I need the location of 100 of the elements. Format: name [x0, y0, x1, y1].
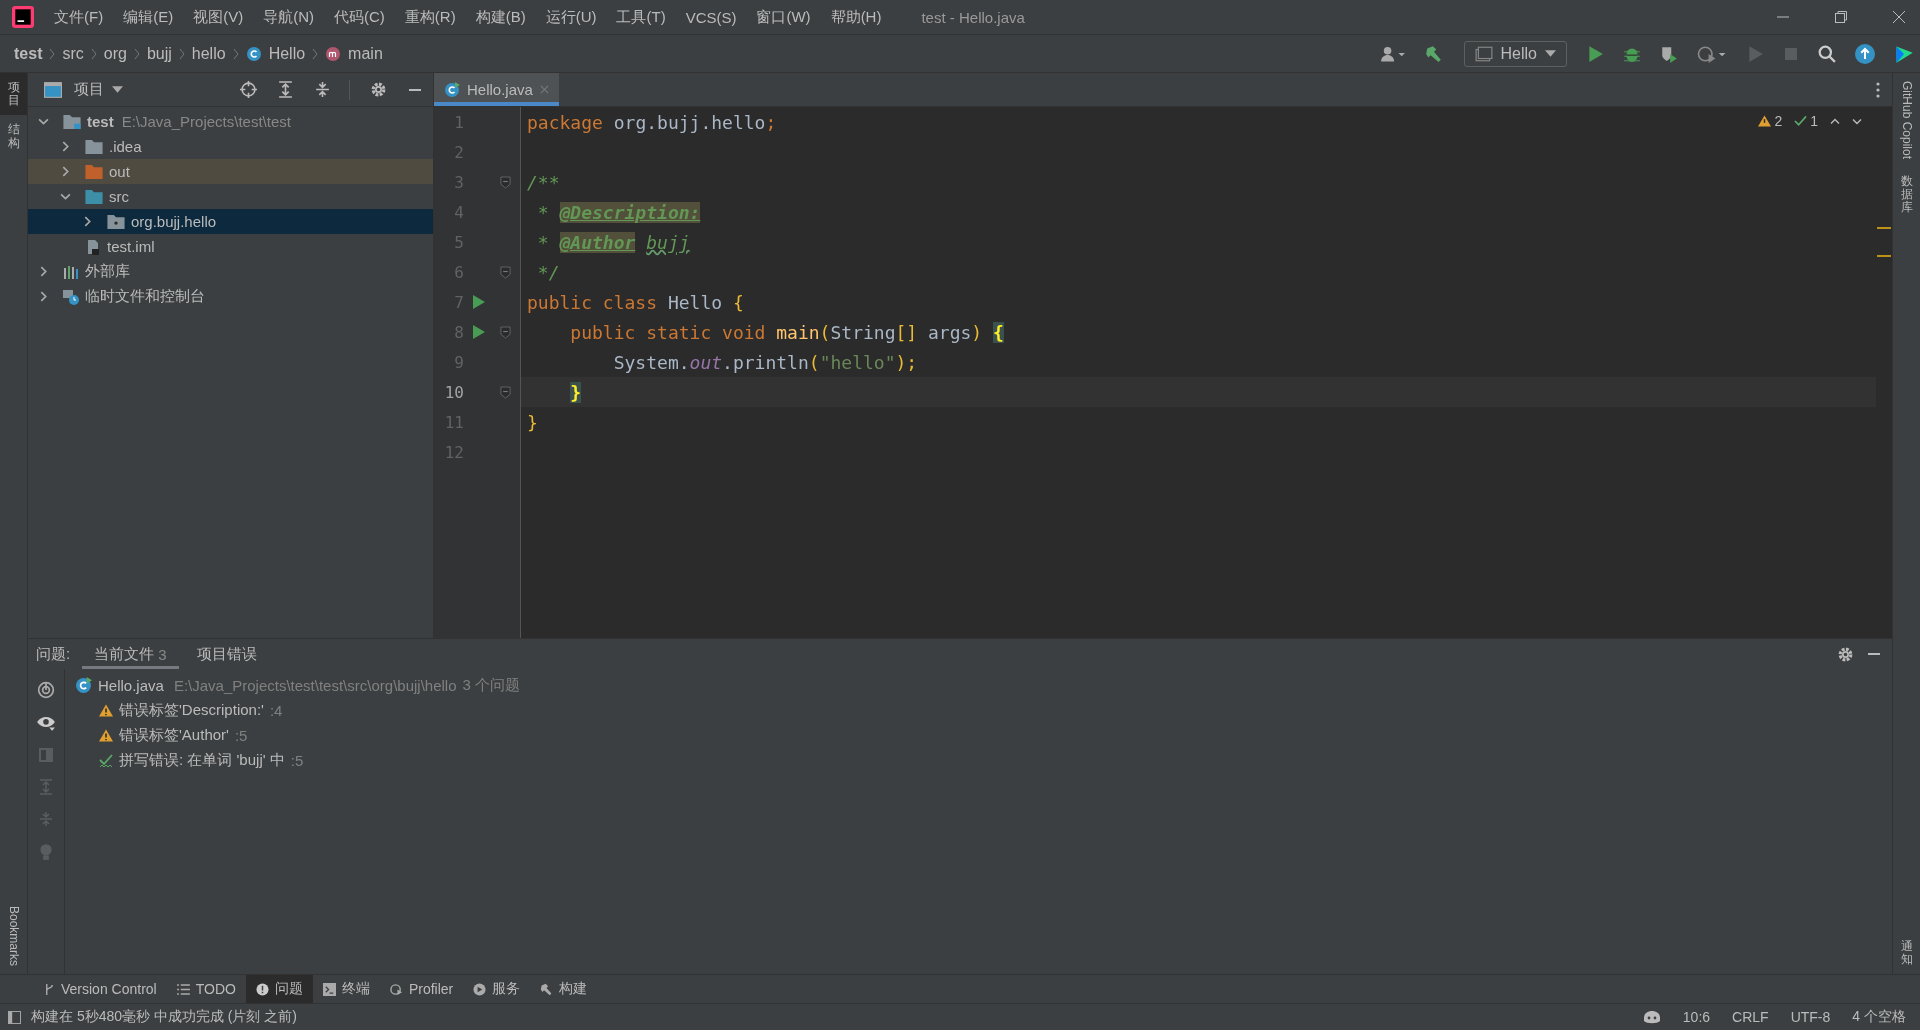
tool-window-tab[interactable]: 服务 [463, 975, 531, 1003]
chevron-right-icon [90, 46, 97, 61]
eye-icon[interactable] [36, 715, 56, 731]
line-ending[interactable]: CRLF [1732, 1009, 1769, 1025]
menu-item[interactable]: 重构(R) [404, 7, 456, 27]
user-icon[interactable] [1379, 44, 1406, 63]
problems-tab[interactable]: 项目错误 [184, 639, 269, 669]
problems-tab[interactable]: 当前文件 3 [82, 639, 179, 669]
warning-icon [99, 704, 113, 717]
fold-icon[interactable] [499, 265, 511, 279]
panel-toggle-icon[interactable] [8, 1010, 21, 1024]
menu-item[interactable]: 文件(F) [54, 7, 104, 27]
menu-item[interactable]: VCS(S) [685, 8, 737, 26]
settings-icon[interactable] [370, 81, 387, 98]
tool-window-tab[interactable]: TODO [166, 975, 246, 1003]
breadcrumb-item[interactable]: bujj [146, 44, 172, 63]
chevron-right-icon[interactable] [82, 216, 93, 227]
chevron-right-icon[interactable] [60, 141, 71, 152]
tree-item[interactable]: .idea [28, 134, 433, 159]
scratch-icon [63, 288, 79, 305]
tool-window-button[interactable]: Bookmarks [0, 897, 27, 974]
menu-item[interactable]: 编辑(E) [123, 7, 174, 27]
tree-item[interactable]: out [28, 159, 433, 184]
chevron-down-icon[interactable] [38, 116, 49, 127]
menu-item[interactable]: 工具(T) [616, 7, 666, 27]
chevron-right-icon [49, 46, 56, 61]
tree-item[interactable]: test E:\Java_Projects\test\test [28, 109, 433, 134]
restore-icon[interactable] [1834, 10, 1848, 24]
chevron-down-icon[interactable] [1852, 117, 1862, 125]
run-gutter-icon[interactable] [473, 325, 485, 339]
copilot-icon[interactable] [1642, 1010, 1661, 1024]
hammer-icon[interactable] [1424, 44, 1443, 63]
update-icon[interactable] [1855, 43, 1875, 64]
auto-scroll-icon[interactable] [37, 681, 55, 699]
indent-setting[interactable]: 4 个空格 [1852, 1008, 1906, 1026]
editor-tab[interactable]: Hello.java [434, 73, 559, 106]
warning-count[interactable]: 2 [1758, 113, 1783, 129]
collapse-all-icon[interactable] [314, 81, 331, 98]
file-encoding[interactable]: UTF-8 [1790, 1009, 1831, 1025]
breadcrumb-item[interactable]: org [103, 44, 127, 63]
menu-item[interactable]: 帮助(H) [830, 7, 882, 27]
menu-item[interactable]: 视图(V) [193, 7, 244, 27]
chevron-right-icon[interactable] [38, 291, 49, 302]
breadcrumb-item[interactable]: Hello [268, 44, 306, 63]
fold-icon[interactable] [499, 175, 511, 189]
typo-icon [99, 753, 113, 768]
branch-icon [44, 982, 55, 996]
more-icon[interactable] [1876, 81, 1880, 98]
breadcrumb-item[interactable]: test [14, 44, 43, 63]
problem-file-row[interactable]: Hello.java E:\Java_Projects\test\test\src\org\bujj\hello 3 个问题 [75, 673, 521, 698]
close-icon[interactable] [1892, 10, 1906, 24]
run-configuration-dropdown[interactable]: Hello [1463, 40, 1567, 67]
tree-item[interactable]: src [28, 184, 433, 209]
fold-icon[interactable] [499, 325, 511, 339]
tool-window-tab[interactable]: 终端 [312, 975, 380, 1003]
tool-window-button[interactable]: 结构 [0, 115, 27, 158]
tool-window-tab[interactable]: 构建 [530, 975, 598, 1003]
caret-icon[interactable] [112, 86, 123, 93]
tree-item[interactable]: 外部库 [28, 259, 433, 284]
tool-window-tab[interactable]: Version Control [34, 975, 167, 1003]
coverage-icon[interactable] [1660, 44, 1678, 63]
tool-window-button[interactable]: 通知 [1893, 931, 1920, 974]
menu-item[interactable]: 代码(C) [334, 7, 385, 27]
expand-all-icon[interactable] [277, 81, 294, 98]
tool-window-button[interactable]: 数据库 [1893, 167, 1920, 223]
tree-item[interactable]: org.bujj.hello [28, 209, 433, 234]
chevron-up-icon[interactable] [1830, 117, 1840, 125]
menu-item[interactable]: 导航(N) [263, 7, 314, 27]
run-icon[interactable] [1586, 44, 1604, 63]
tree-item[interactable]: test.iml [28, 234, 433, 259]
search-icon[interactable] [1818, 44, 1836, 63]
typo-count[interactable]: 1 [1794, 113, 1818, 129]
tool-window-button[interactable]: GitHub Copilot [1893, 73, 1920, 168]
locate-icon[interactable] [240, 81, 257, 98]
folder-icon [85, 164, 103, 179]
tool-window-tab[interactable]: Profiler [379, 975, 464, 1003]
line-number: 10 [443, 382, 464, 402]
tool-window-tab[interactable]: 问题 [245, 975, 313, 1003]
problem-item[interactable]: 拼写错误: 在单词 'bujj' 中 :5 [75, 748, 521, 773]
fold-icon[interactable] [499, 385, 511, 399]
caret-position[interactable]: 10:6 [1682, 1009, 1711, 1025]
menu-item[interactable]: 构建(B) [475, 7, 526, 27]
run-gutter-icon[interactable] [473, 295, 485, 309]
tool-window-button[interactable]: 项目 [0, 73, 27, 116]
menu-item[interactable]: 窗口(W) [756, 7, 811, 27]
chevron-down-icon[interactable] [60, 191, 71, 202]
list-icon [176, 983, 190, 995]
tree-item[interactable]: 临时文件和控制台 [28, 284, 433, 309]
breadcrumb-item[interactable]: hello [191, 44, 226, 63]
problem-item[interactable]: 错误标签'Author' :5 [75, 723, 521, 748]
settings-icon[interactable] [1837, 645, 1854, 663]
problem-item[interactable]: 错误标签'Description:' :4 [75, 698, 521, 723]
chevron-right-icon[interactable] [38, 266, 49, 277]
menu-item[interactable]: 运行(U) [545, 7, 597, 27]
breadcrumb-item[interactable]: src [62, 44, 84, 63]
chevron-right-icon[interactable] [60, 166, 71, 177]
panel-title[interactable]: 项目 [74, 80, 104, 99]
hammer-icon [540, 982, 554, 996]
breadcrumb-item[interactable]: main [348, 44, 383, 63]
profiler-icon[interactable] [1697, 44, 1727, 63]
